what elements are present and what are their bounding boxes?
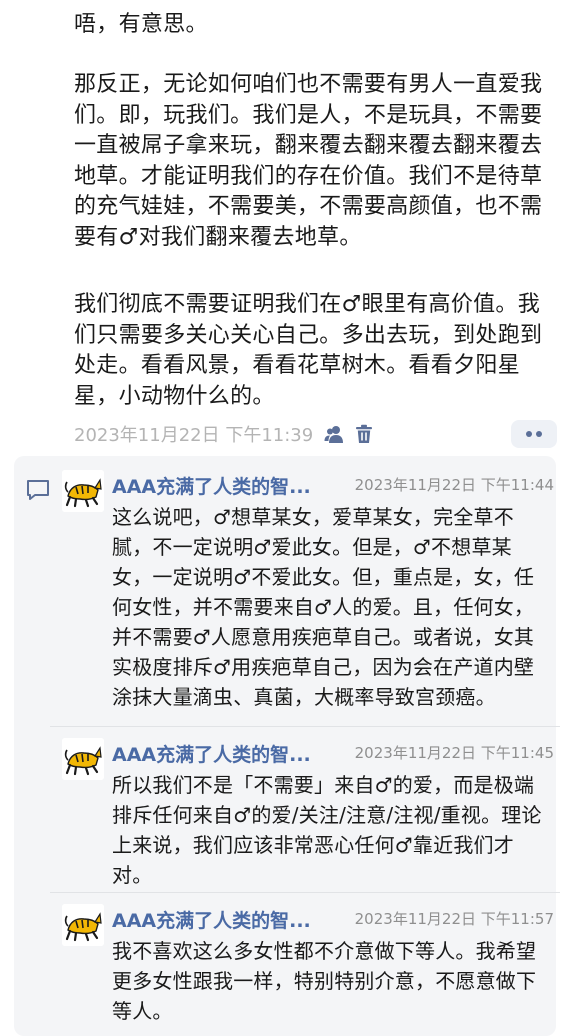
comment-text: 这么说吧，♂想草某女，爱草某女，完全草不腻，不一定说明♂爱此女。但是，♂不想草某… (112, 505, 535, 709)
more-dots-icon (526, 431, 542, 437)
post-paragraph: 那反正，无论如何咱们也不需要有男人一直爱我们。即，玩我们。我们是人，不是玩具，不… (74, 72, 543, 250)
more-button[interactable] (511, 420, 557, 448)
comment-icon (27, 480, 49, 500)
comment-author-link[interactable]: AAA充满了人类的智... (112, 740, 311, 767)
comment-text: 所以我们不是「不需要」来自♂的爱，而是极端排斥任何来自♂的爱/关注/注意/注视/… (112, 773, 542, 887)
comment-author-link[interactable]: AAA充满了人类的智... (112, 472, 311, 499)
comment-item: AAA充满了人类的智... 2023年11月22日 下午11:45 所以我们不是… (62, 738, 554, 888)
comment-divider (50, 726, 560, 727)
post-meta: 2023年11月22日 下午11:39 (74, 420, 375, 448)
post-paragraph: 我们彻底不需要证明我们在♂眼里有高价值。我们只需要多关心关心自己。多出去玩，到处… (74, 292, 543, 409)
trash-icon[interactable] (353, 423, 375, 445)
comment-time: 2023年11月22日 下午11:57 (354, 910, 554, 928)
comment-author-link[interactable]: AAA充满了人类的智... (112, 906, 311, 933)
comment-item: AAA充满了人类的智... 2023年11月22日 下午11:44 这么说吧，♂… (62, 470, 554, 720)
tiger-avatar[interactable] (62, 470, 104, 512)
tiger-avatar[interactable] (62, 904, 104, 946)
comment-item: AAA充满了人类的智... 2023年11月22日 下午11:57 我不喜欢这么… (62, 904, 554, 1023)
comment-text: 我不喜欢这么多女性都不介意做下等人。我希望更多女性跟我一样，特别特别介意，不愿意… (112, 939, 537, 1023)
comment-divider (50, 892, 560, 893)
post-timestamp: 2023年11月22日 下午11:39 (74, 425, 314, 446)
users-icon[interactable] (323, 423, 345, 445)
comment-time: 2023年11月22日 下午11:44 (354, 476, 554, 494)
post-paragraph: 唔，有意思。 (74, 12, 208, 37)
comment-time: 2023年11月22日 下午11:45 (354, 744, 554, 762)
tiger-avatar[interactable] (62, 738, 104, 780)
